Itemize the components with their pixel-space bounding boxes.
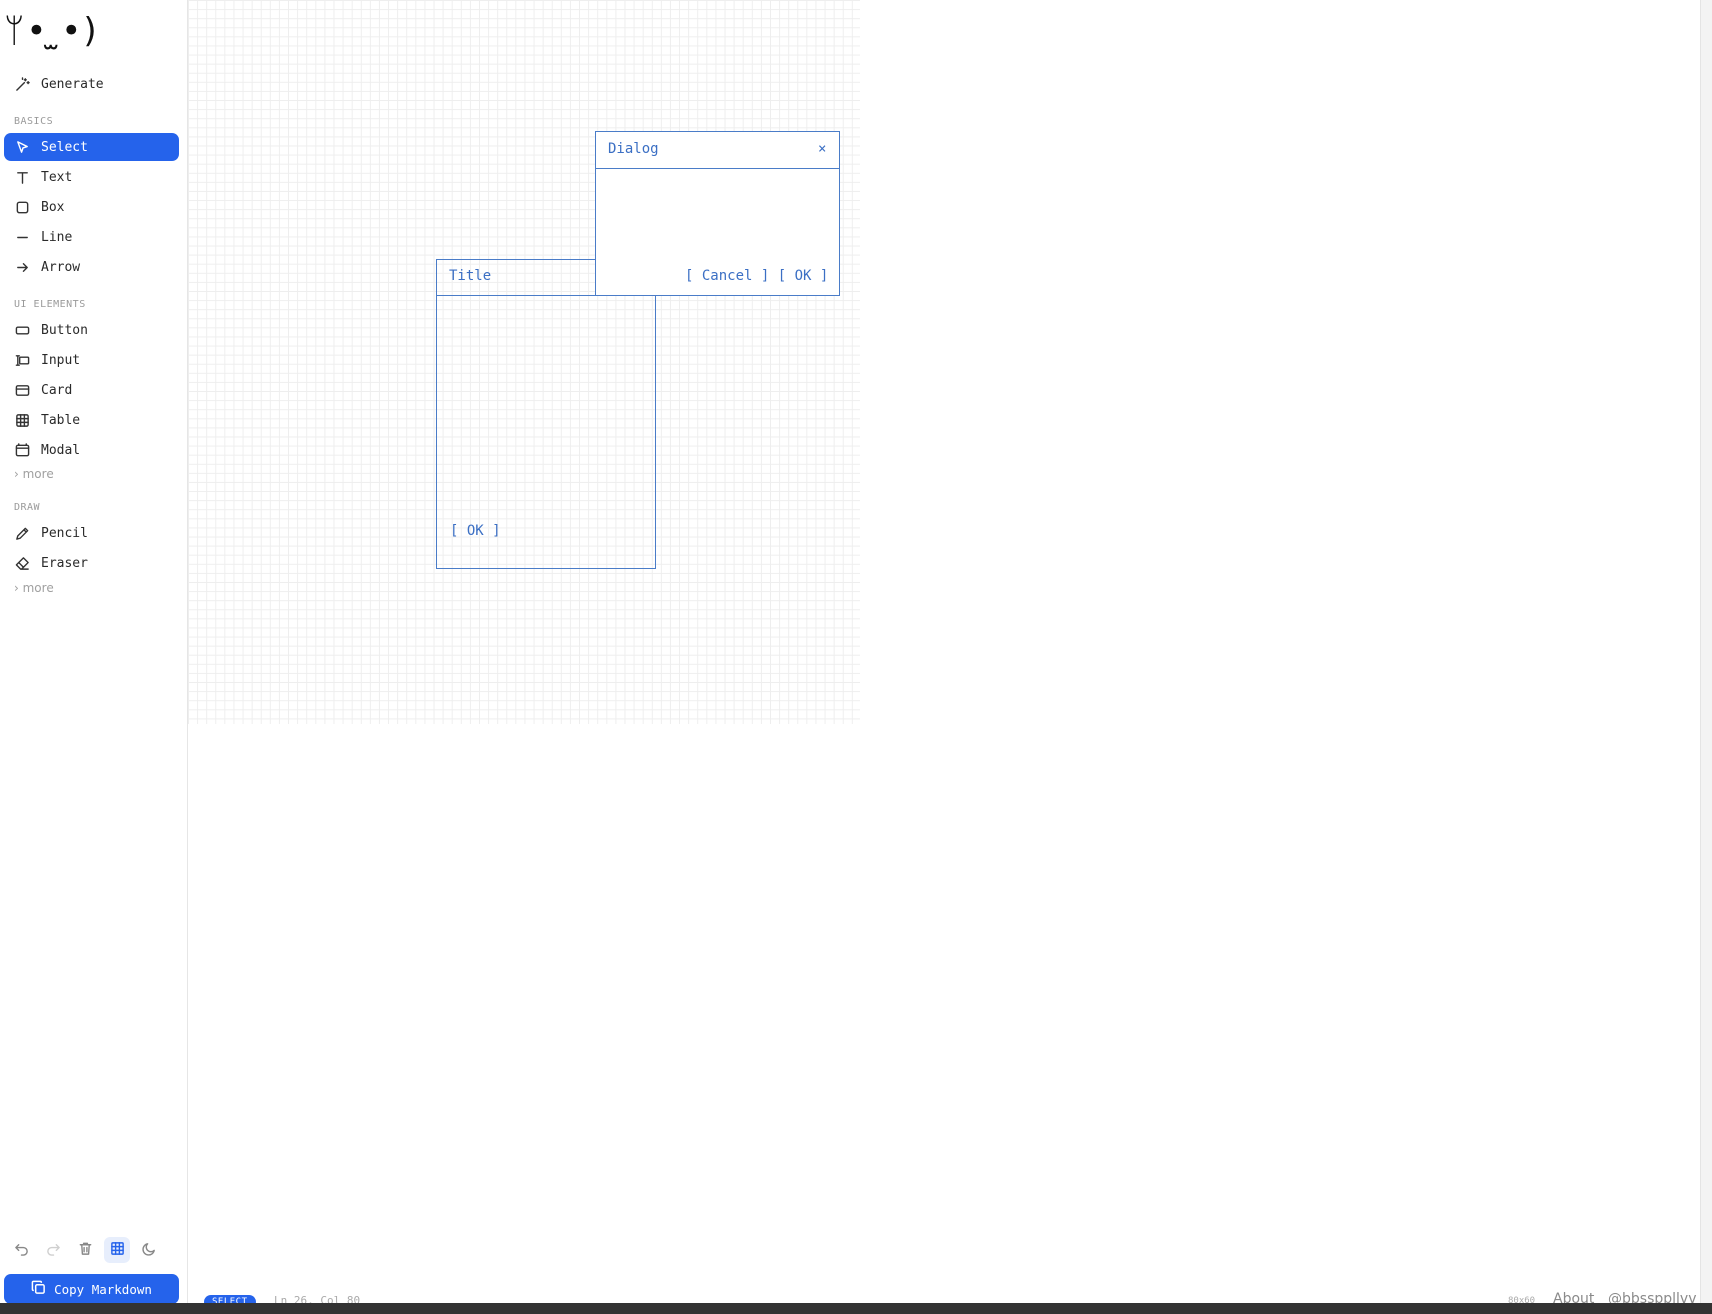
bottom-toolbar	[8, 1237, 162, 1263]
input-icon	[15, 353, 37, 368]
vertical-scrollbar[interactable]	[1700, 0, 1712, 1303]
dialog-title: Dialog	[608, 141, 659, 157]
generate-button[interactable]: Generate	[4, 70, 179, 98]
tool-card[interactable]: Card	[4, 376, 179, 404]
tool-input[interactable]: Input	[4, 346, 179, 374]
cursor-icon	[15, 140, 37, 155]
tool-modal[interactable]: Modal	[4, 436, 179, 464]
generate-label: Generate	[41, 76, 104, 92]
eraser-icon	[15, 556, 37, 571]
moon-icon	[141, 1241, 157, 1260]
button-icon	[15, 323, 37, 338]
more-ui-elements[interactable]: › more	[14, 467, 54, 481]
table-icon	[15, 413, 37, 428]
redo-button[interactable]	[40, 1237, 66, 1263]
tool-arrow[interactable]: Arrow	[4, 253, 179, 281]
copy-markdown-button[interactable]: Copy Markdown	[4, 1274, 179, 1304]
app-logo: ᛘ• ̫•)	[4, 11, 99, 51]
undo-button[interactable]	[8, 1237, 34, 1263]
copy-icon	[31, 1280, 46, 1298]
tool-line-label: Line	[41, 229, 73, 245]
sidebar: ᛘ• ̫•) Generate BASICS Select Text Box L…	[0, 0, 188, 1314]
section-ui-elements: UI ELEMENTS	[14, 299, 86, 310]
window-bottom-edge	[0, 1303, 1712, 1314]
tool-arrow-label: Arrow	[41, 259, 81, 275]
tool-text[interactable]: Text	[4, 163, 179, 191]
section-basics: BASICS	[14, 116, 54, 127]
theme-toggle-button[interactable]	[136, 1237, 162, 1263]
pencil-icon	[15, 526, 37, 541]
tool-card-label: Card	[41, 382, 73, 398]
arrow-icon	[15, 260, 37, 275]
tool-pencil[interactable]: Pencil	[4, 519, 179, 547]
section-draw: DRAW	[14, 502, 41, 513]
tool-select[interactable]: Select	[4, 133, 179, 161]
card-title-divider	[436, 295, 596, 296]
tool-eraser[interactable]: Eraser	[4, 549, 179, 577]
tool-input-label: Input	[41, 352, 81, 368]
tool-table[interactable]: Table	[4, 406, 179, 434]
tool-box[interactable]: Box	[4, 193, 179, 221]
box-icon	[15, 200, 37, 215]
modal-icon	[15, 442, 37, 458]
ascii-canvas[interactable]: Title [ OK ] Dialog × [ Cancel ] [ OK ]	[188, 0, 860, 724]
tool-eraser-label: Eraser	[41, 555, 88, 571]
magic-wand-icon	[15, 76, 37, 92]
tool-table-label: Table	[41, 412, 81, 428]
tool-button[interactable]: Button	[4, 316, 179, 344]
tool-text-label: Text	[41, 169, 73, 185]
tool-box-label: Box	[41, 199, 65, 215]
tool-line[interactable]: Line	[4, 223, 179, 251]
copy-markdown-label: Copy Markdown	[54, 1281, 152, 1297]
trash-icon	[78, 1241, 93, 1260]
grid-toggle-button[interactable]	[104, 1237, 130, 1263]
dialog-close-icon[interactable]: ×	[818, 141, 826, 157]
text-icon	[15, 170, 37, 185]
tool-button-label: Button	[41, 322, 88, 338]
tool-modal-label: Modal	[41, 442, 81, 458]
line-icon	[15, 230, 37, 245]
more-draw[interactable]: › more	[14, 581, 54, 595]
card-title: Title	[449, 268, 492, 284]
dialog-title-divider	[595, 168, 840, 169]
tool-pencil-label: Pencil	[41, 525, 88, 541]
card-ok-button[interactable]: [ OK ]	[450, 523, 501, 539]
dialog-buttons[interactable]: [ Cancel ] [ OK ]	[685, 268, 828, 284]
clear-canvas-button[interactable]	[72, 1237, 98, 1263]
undo-icon	[14, 1241, 29, 1260]
redo-icon	[46, 1241, 61, 1260]
card-icon	[15, 383, 37, 398]
grid-icon	[110, 1241, 125, 1260]
tool-select-label: Select	[41, 139, 88, 155]
